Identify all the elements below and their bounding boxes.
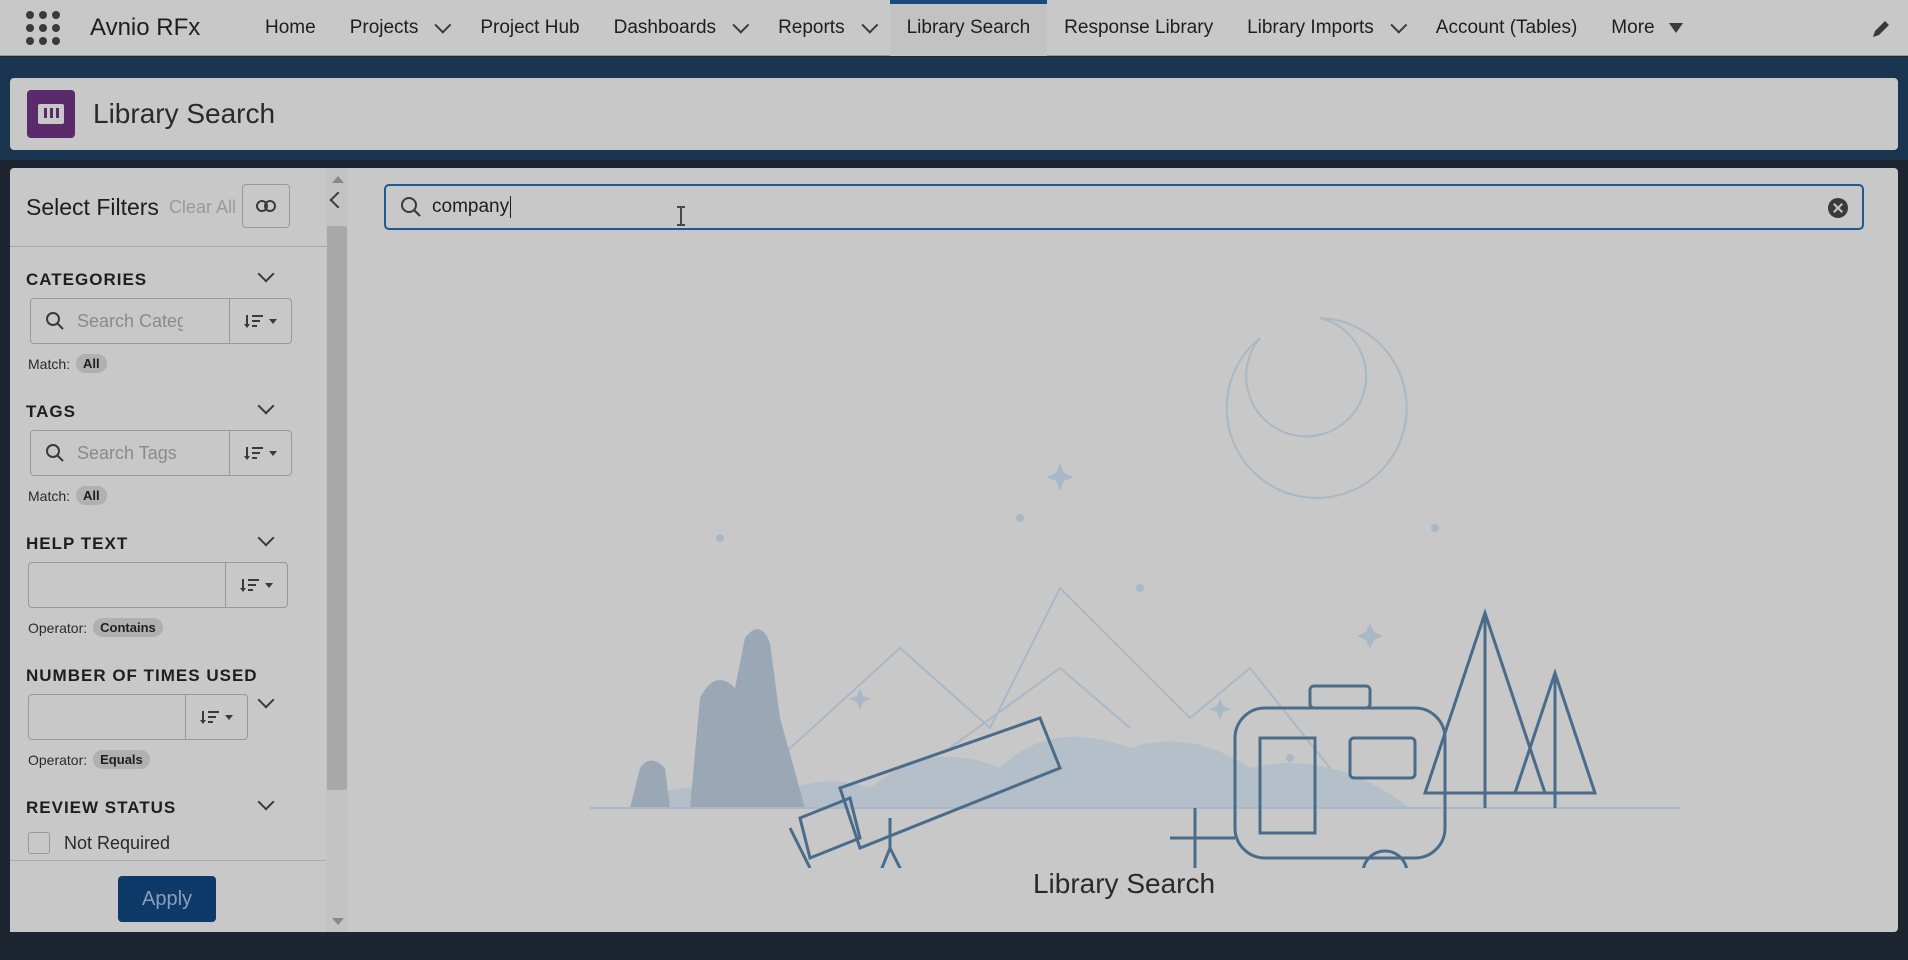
tags-sort-button[interactable] (229, 431, 291, 475)
clear-search-icon[interactable] (1828, 198, 1848, 218)
apply-button[interactable]: Apply (118, 876, 216, 922)
nav-item-project-hub[interactable]: Project Hub (463, 0, 596, 56)
tags-match: Match: All (28, 486, 107, 505)
times-used-operator-button[interactable] (185, 695, 247, 739)
chevron-down-icon[interactable] (257, 691, 275, 709)
sort-icon (240, 579, 259, 592)
page-title: Library Search (93, 98, 276, 129)
chevron-down-icon[interactable] (257, 265, 275, 283)
search-icon (46, 312, 64, 330)
nav-label: Response Library (1064, 16, 1214, 38)
categories-sort-button[interactable] (229, 299, 291, 343)
nav-item-response-library[interactable]: Response Library (1047, 0, 1230, 56)
divider (10, 246, 326, 247)
nav-label: Projects (349, 16, 419, 38)
nav-item-more[interactable]: More (1594, 0, 1699, 56)
match-value-badge[interactable]: All (76, 354, 107, 373)
review-status-title: REVIEW STATUS (26, 798, 177, 817)
help-text-operator-button[interactable] (225, 563, 287, 607)
operator-label: Operator: (28, 751, 88, 768)
chevron-down-icon[interactable] (257, 397, 275, 415)
caret-down-icon (225, 714, 233, 720)
times-used-title: NUMBER OF TIMES USED (26, 666, 258, 685)
times-used-operator: Operator: Equals (28, 750, 150, 769)
chevron-down-icon[interactable] (1390, 16, 1408, 34)
tags-search: Search Tags (30, 430, 292, 476)
search-icon (46, 444, 64, 462)
global-nav: Avnio RFx Home Projects Project Hub Dash… (0, 0, 1908, 56)
chevron-down-icon[interactable] (732, 16, 750, 34)
main-panel: Select Filters Clear All CATEGORIES Sear… (10, 168, 1898, 932)
chevron-down-icon[interactable] (860, 16, 878, 34)
tags-title: TAGS (26, 402, 76, 421)
sort-icon (200, 711, 219, 724)
caret-down-icon (269, 450, 277, 456)
pencil-icon[interactable] (1870, 18, 1892, 40)
nav-label: Library Search (906, 16, 1031, 38)
chevron-down-icon[interactable] (257, 793, 275, 811)
filters-sidebar: Select Filters Clear All CATEGORIES Sear… (10, 168, 348, 932)
times-used-input[interactable] (28, 694, 248, 740)
caret-down-icon (265, 582, 273, 588)
nav-item-reports[interactable]: Reports (761, 0, 890, 56)
nav-item-projects[interactable]: Projects (333, 0, 464, 56)
nav-label: More (1611, 16, 1655, 38)
nav-label: Library Imports (1247, 16, 1374, 38)
link-toggle-button[interactable] (242, 184, 290, 228)
nav-item-library-imports[interactable]: Library Imports (1230, 0, 1419, 56)
operator-value-badge[interactable]: Contains (93, 618, 163, 637)
option-label: Not Required (64, 832, 171, 853)
nav-label: Home (265, 16, 316, 38)
nav-item-library-search[interactable]: Library Search (889, 0, 1048, 56)
nav-item-home[interactable]: Home (248, 0, 333, 56)
scroll-up-icon[interactable] (332, 176, 344, 183)
ibeam-cursor-icon (677, 206, 685, 226)
categories-match: Match: All (28, 354, 107, 373)
match-label: Match: (28, 487, 71, 504)
book-icon (27, 90, 75, 138)
app-launcher-icon[interactable] (26, 10, 60, 45)
library-search-input[interactable]: company (384, 184, 1864, 230)
operator-label: Operator: (28, 619, 88, 636)
sort-icon (244, 315, 263, 328)
tags-search-input[interactable]: Search Tags (77, 443, 183, 464)
scroll-down-icon[interactable] (332, 918, 344, 925)
empty-state-illustration (590, 317, 1680, 868)
checkbox[interactable] (28, 832, 50, 854)
caret-down-icon[interactable] (1668, 22, 1683, 33)
categories-title: CATEGORIES (26, 270, 148, 289)
match-label: Match: (28, 355, 71, 372)
help-text-input[interactable] (28, 562, 288, 608)
filters-title: Select Filters (26, 193, 159, 220)
categories-search-input[interactable]: Search Categories (77, 311, 183, 332)
match-value-badge[interactable]: All (76, 486, 107, 505)
help-text-title: HELP TEXT (26, 534, 129, 553)
review-status-option[interactable]: Not Required (28, 832, 170, 854)
nav-label: Project Hub (480, 16, 580, 38)
chevron-down-icon[interactable] (257, 529, 275, 547)
operator-value-badge[interactable]: Equals (93, 750, 150, 769)
nav-label: Account (Tables) (1435, 16, 1578, 38)
nav-label: Reports (778, 16, 845, 38)
search-value[interactable]: company (432, 196, 509, 218)
nav-item-account-tables[interactable]: Account (Tables) (1419, 0, 1595, 56)
scrollbar-thumb[interactable] (327, 226, 347, 790)
app-name: Avnio RFx (90, 13, 201, 41)
empty-state-title: Library Search (1032, 868, 1216, 899)
nav-label: Dashboards (613, 16, 717, 38)
chevron-down-icon[interactable] (434, 16, 452, 34)
nav-items: Home Projects Project Hub Dashboards Rep… (248, 0, 1700, 56)
caret-down-icon (269, 318, 277, 324)
page-header: Library Search (10, 78, 1898, 150)
nav-item-dashboards[interactable]: Dashboards (597, 0, 761, 56)
help-text-operator: Operator: Contains (28, 618, 163, 637)
search-icon (401, 197, 421, 217)
clear-all-link[interactable]: Clear All (169, 197, 236, 218)
sort-icon (244, 447, 263, 460)
link-icon (256, 200, 276, 212)
categories-search: Search Categories (30, 298, 292, 344)
text-caret (510, 196, 512, 218)
